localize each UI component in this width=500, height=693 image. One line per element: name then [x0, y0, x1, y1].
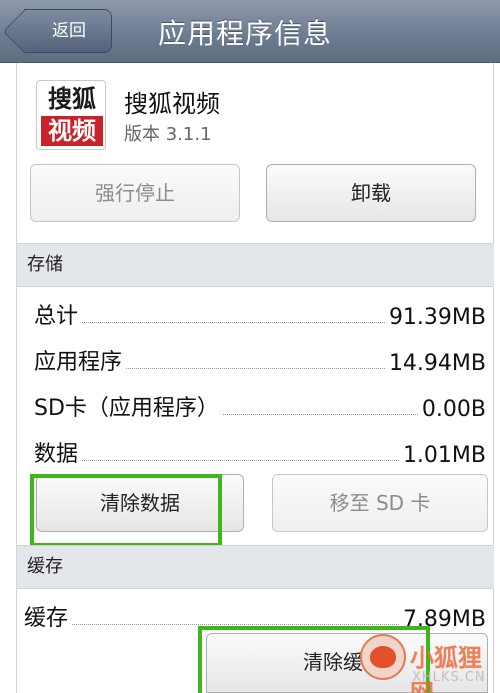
watermark: 小狐狸网 XHLKS.CN — [360, 628, 500, 693]
cache-section-header: 缓存 — [17, 545, 494, 589]
row-value: 91.39MB — [388, 305, 486, 330]
row-value: 0.00B — [421, 397, 486, 422]
app-version: 版本 3.1.1 — [124, 124, 212, 145]
uninstall-button[interactable]: 卸载 — [266, 164, 476, 222]
back-button-label: 返回 — [52, 21, 86, 41]
app-icon: 搜狐 视频 — [36, 80, 106, 150]
row-value: 14.94MB — [388, 351, 486, 376]
row-label: 总计 — [34, 304, 79, 329]
app-name: 搜狐视频 — [124, 90, 220, 118]
row-leader — [222, 414, 418, 415]
move-to-sd-button[interactable]: 移至 SD 卡 — [272, 474, 488, 532]
row-leader — [82, 460, 399, 461]
force-stop-button[interactable]: 强行停止 — [30, 164, 240, 222]
app-icon-text-bottom: 视频 — [41, 116, 103, 146]
row-label: 数据 — [34, 442, 79, 467]
row-value: 1.01MB — [402, 443, 486, 468]
storage-row-data: 数据 1.01MB — [34, 432, 486, 468]
row-label: 缓存 — [24, 606, 69, 631]
watermark-subtext: XHLKS.CN — [412, 670, 486, 685]
row-leader — [72, 624, 399, 625]
highlight-box-clear-data — [30, 474, 222, 547]
fox-logo-icon — [360, 634, 406, 680]
row-leader — [126, 368, 385, 369]
app-icon-text-top: 搜狐 — [48, 84, 96, 113]
row-label: 应用程序 — [34, 350, 123, 375]
back-button[interactable]: 返回 — [24, 9, 112, 53]
storage-row-total: 总计 91.39MB — [34, 294, 486, 330]
storage-section-header: 存储 — [17, 243, 494, 287]
title-bar: 返回 应用程序信息 — [0, 0, 500, 63]
row-leader — [82, 322, 385, 323]
storage-row-app: 应用程序 14.94MB — [34, 340, 486, 376]
storage-row-sd-card: SD卡（应用程序） 0.00B — [34, 386, 486, 422]
row-label: SD卡（应用程序） — [34, 396, 219, 421]
page-title: 应用程序信息 — [158, 17, 333, 50]
